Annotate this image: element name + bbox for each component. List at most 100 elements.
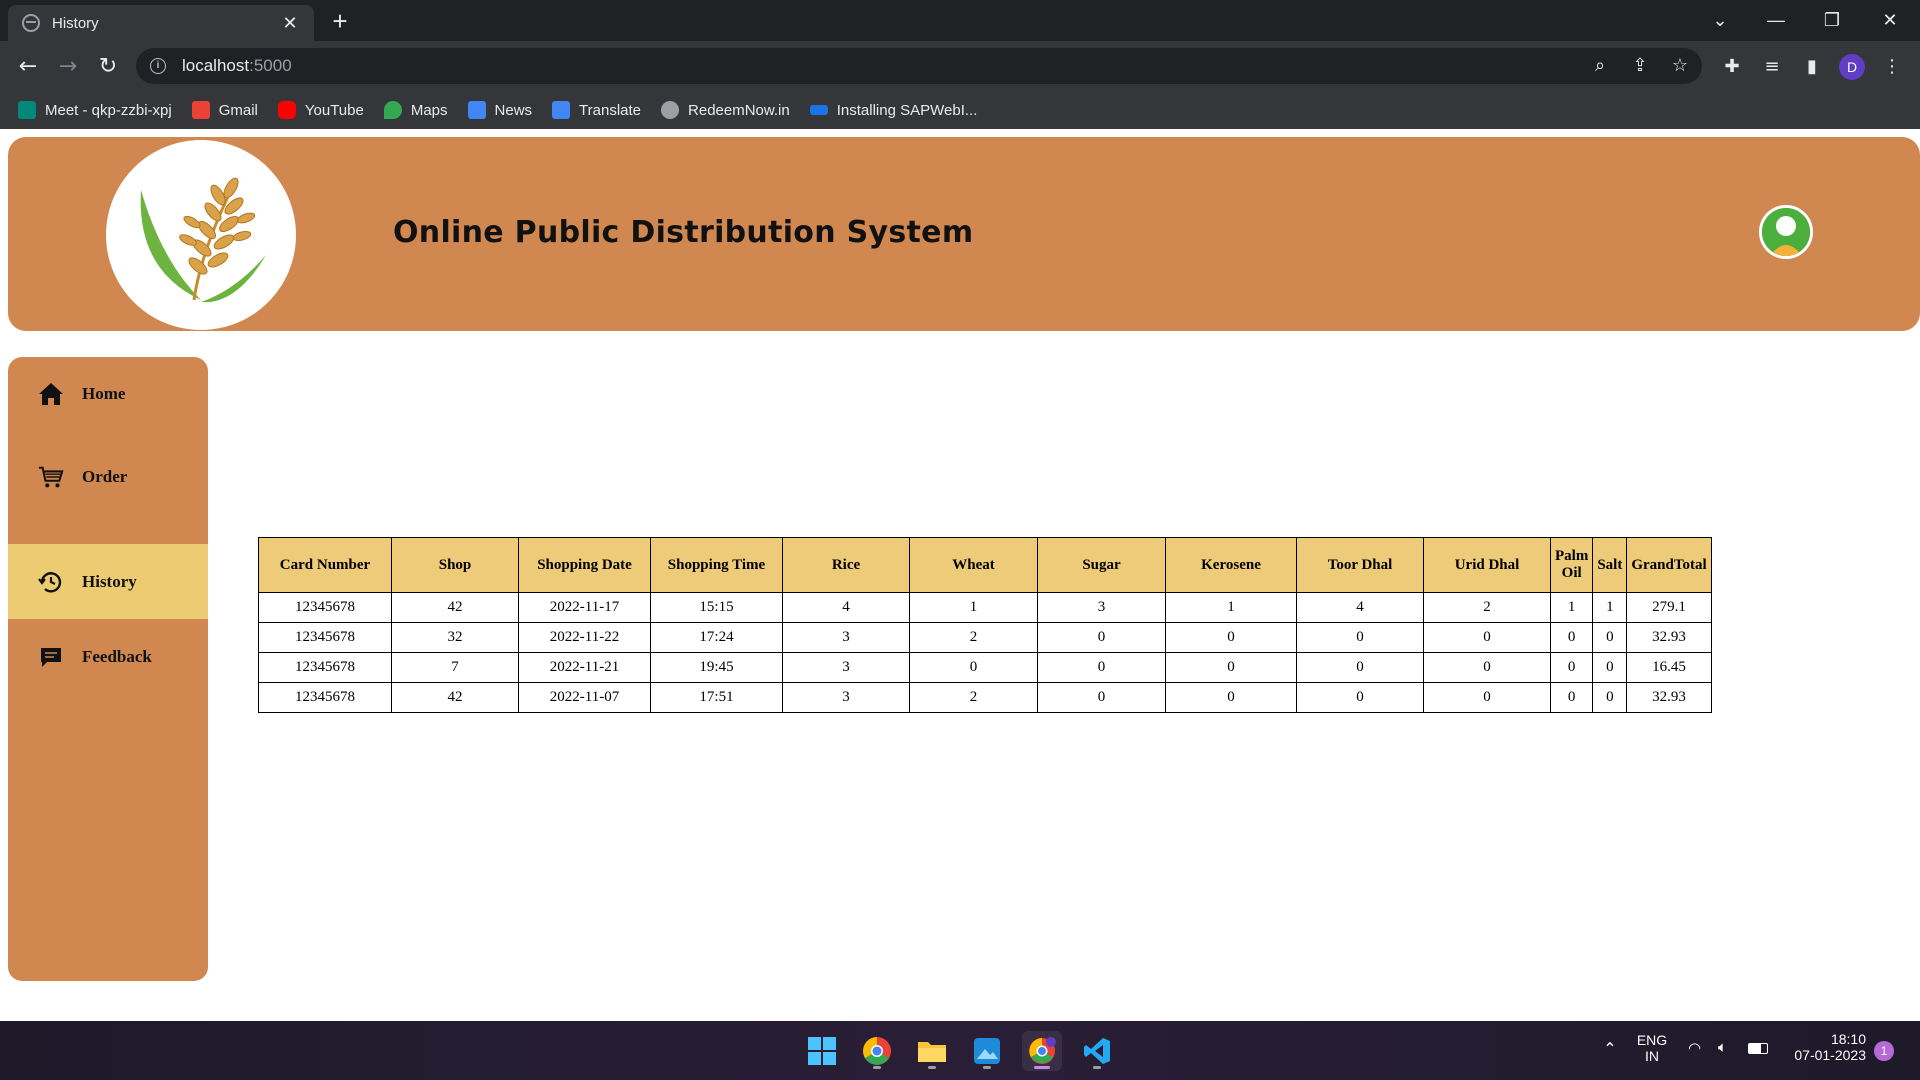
chrome-profile-icon	[1029, 1037, 1056, 1064]
table-cell: 32	[391, 622, 519, 653]
tab-title: History	[52, 14, 99, 32]
url-port: :5000	[249, 56, 292, 75]
user-avatar-icon[interactable]	[1759, 205, 1813, 259]
site-info-icon[interactable]: i	[150, 58, 166, 74]
close-window-button[interactable]: ✕	[1870, 4, 1910, 36]
share-icon[interactable]: ⇪	[1624, 48, 1656, 84]
bookmark-news[interactable]: News	[467, 101, 532, 119]
start-button[interactable]	[802, 1031, 842, 1071]
sidebar-item-label: Order	[82, 467, 128, 486]
close-tab-icon[interactable]: ✕	[280, 13, 300, 34]
running-indicator	[1093, 1066, 1101, 1069]
new-tab-button[interactable]: +	[326, 7, 354, 35]
table-cell: 0	[1549, 682, 1594, 713]
sidebar-item-feedback[interactable]: Feedback	[8, 619, 208, 694]
tab-search-icon[interactable]: ⌄	[1700, 4, 1740, 36]
column-header: Shopping Date	[518, 537, 651, 593]
table-cell: 0	[1296, 622, 1424, 653]
table-cell: 15:15	[650, 592, 783, 623]
table-cell: 12345678	[258, 652, 392, 683]
extensions-icon[interactable]: ✚	[1716, 51, 1748, 83]
table-cell: 0	[1296, 682, 1424, 713]
table-row: 12345678 42 2022-11-17 15:15 4 1 3 1 4 2…	[258, 592, 1712, 623]
running-indicator	[983, 1066, 991, 1069]
forward-button[interactable]: →	[52, 51, 84, 83]
bookmark-redeemnow[interactable]: RedeemNow.in	[661, 101, 790, 119]
table-cell: 0	[1549, 622, 1594, 653]
windows-taskbar: ⌃ ENG IN ◠ 🔈︎ 18:10 07-01-2023	[0, 1021, 1920, 1080]
wheat-icon	[140, 177, 266, 303]
clock[interactable]: 18:10 07-01-2023	[1780, 1031, 1866, 1063]
restore-button[interactable]: ❐	[1812, 4, 1852, 36]
sidebar: Home Order History Feedback	[8, 357, 208, 981]
browser-tab[interactable]: History ✕	[8, 5, 314, 41]
language-indicator[interactable]: ENG IN	[1630, 1032, 1674, 1064]
table-cell: 0	[1165, 652, 1297, 683]
sidebar-item-history[interactable]: History	[8, 544, 208, 619]
notification-badge[interactable]: 1	[1874, 1041, 1894, 1061]
sidebar-item-home[interactable]: Home	[8, 357, 208, 430]
table-cell: 1	[1592, 592, 1628, 623]
table-cell: 1	[1165, 592, 1297, 623]
bookmark-sap[interactable]: Installing SAPWebI...	[809, 102, 977, 119]
table-row: 12345678 7 2022-11-21 19:45 3 0 0 0 0 0 …	[258, 652, 1712, 683]
taskbar-photos[interactable]	[967, 1031, 1007, 1071]
taskbar-file-explorer[interactable]	[912, 1031, 952, 1071]
table-cell: 0	[1549, 652, 1594, 683]
table-cell: 19:45	[650, 652, 783, 683]
table-cell: 2022-11-17	[518, 592, 651, 623]
bookmark-youtube[interactable]: YouTube	[277, 101, 364, 119]
back-button[interactable]: ←	[12, 51, 44, 83]
bookmark-gmail[interactable]: Gmail	[191, 101, 258, 119]
bookmark-maps[interactable]: Maps	[383, 101, 448, 119]
taskbar-chrome[interactable]	[857, 1031, 897, 1071]
taskbar-vscode[interactable]	[1077, 1031, 1117, 1071]
sidebar-item-label: History	[82, 571, 137, 591]
table-cell: 1	[909, 592, 1038, 623]
table-cell: 42	[391, 682, 519, 713]
table-cell: 16.45	[1626, 652, 1712, 683]
bookmark-translate[interactable]: Translate	[552, 101, 641, 119]
gmail-icon	[191, 101, 210, 119]
table-cell: 0	[1592, 622, 1628, 653]
running-indicator	[873, 1066, 881, 1069]
url-host: localhost	[182, 56, 250, 75]
table-cell: 4	[1296, 592, 1424, 623]
side-panel-icon[interactable]: ▮	[1796, 51, 1828, 83]
bookmark-meet[interactable]: Meet - qkp-zzbi-xpj	[18, 101, 172, 119]
table-cell: 12345678	[258, 682, 392, 713]
taskbar-chrome-profile[interactable]	[1022, 1031, 1062, 1071]
table-row: 12345678 42 2022-11-07 17:51 3 2 0 0 0 0…	[258, 682, 1712, 713]
reload-button[interactable]: ↻	[92, 51, 124, 83]
profile-avatar[interactable]: D	[1839, 54, 1865, 80]
site-title: Online Public Distribution System	[393, 215, 974, 250]
sidebar-item-label: Feedback	[82, 646, 152, 666]
table-cell: 12345678	[258, 622, 392, 653]
address-bar[interactable]: i localhost:5000 ⌕ ⇪ ☆	[136, 48, 1702, 84]
media-control-icon[interactable]: ≡	[1756, 51, 1788, 83]
table-cell: 2022-11-07	[518, 682, 651, 713]
sidebar-item-label: Home	[82, 383, 126, 403]
site-header: Online Public Distribution System	[8, 137, 1920, 331]
wifi-icon[interactable]: ◠	[1688, 1039, 1701, 1057]
browser-tabstrip: History ✕ + ⌄ — ❐ ✕	[0, 0, 1920, 41]
show-hidden-icons-icon[interactable]: ⌃	[1600, 1039, 1620, 1058]
news-icon	[467, 101, 486, 119]
table-cell: 2022-11-22	[518, 622, 651, 653]
column-header: Rice	[782, 537, 910, 593]
table-cell: 3	[1037, 592, 1166, 623]
chrome-menu-icon[interactable]: ⋮	[1876, 51, 1908, 83]
chrome-icon	[863, 1037, 891, 1065]
volume-icon[interactable]: 🔈︎	[1718, 1038, 1727, 1056]
sidebar-item-order[interactable]: Order	[8, 430, 208, 524]
battery-icon[interactable]	[1748, 1043, 1768, 1054]
table-cell: 0	[1423, 652, 1551, 683]
history-table: Card Number Shop Shopping Date Shopping …	[258, 537, 1712, 713]
minimize-button[interactable]: —	[1756, 4, 1796, 36]
table-cell: 3	[782, 652, 910, 683]
zoom-icon[interactable]: ⌕	[1584, 48, 1616, 84]
table-cell: 17:24	[650, 622, 783, 653]
bookmark-star-icon[interactable]: ☆	[1664, 48, 1696, 84]
running-indicator	[928, 1066, 936, 1069]
column-header: Palm Oil	[1549, 537, 1594, 593]
